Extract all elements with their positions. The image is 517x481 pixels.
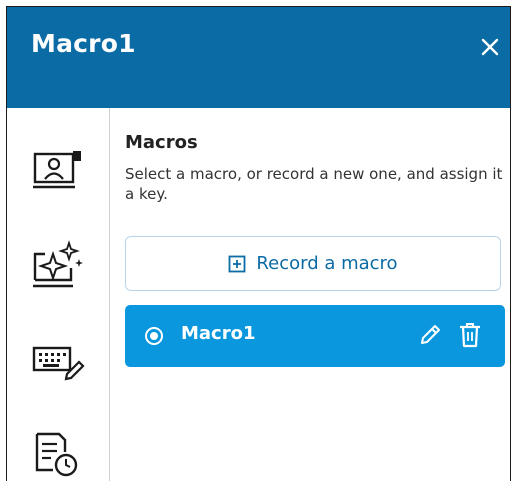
trash-icon: [460, 323, 480, 348]
sparkle-effects-icon: [33, 240, 83, 288]
macro-list-item[interactable]: Macro1: [125, 305, 505, 367]
sidebar-item-keyboard[interactable]: [31, 336, 85, 384]
camera-profile-icon: [33, 151, 81, 189]
sidebar-item-history[interactable]: [31, 430, 85, 478]
macro-name: Macro1: [181, 323, 256, 344]
plus-square-icon: [229, 255, 246, 272]
section-title: Macros: [125, 132, 198, 153]
section-description: Select a macro, or record a new one, and…: [125, 165, 503, 203]
record-macro-button[interactable]: Record a macro: [125, 236, 501, 291]
macros-section: Macros Select a macro, or record a new o…: [123, 108, 508, 478]
radio-selected-icon: [145, 327, 163, 345]
sidebar-item-camera[interactable]: [31, 144, 85, 192]
delete-macro-button[interactable]: [458, 321, 482, 349]
panel-header: Macro1: [7, 7, 510, 108]
sidebar-item-effects[interactable]: [31, 240, 85, 288]
close-icon: [481, 38, 499, 56]
macro-panel: Macro1 Macros Select a macro, or record …: [6, 6, 511, 481]
close-button[interactable]: [477, 34, 503, 60]
document-clock-icon: [35, 432, 78, 477]
record-macro-label: Record a macro: [256, 253, 398, 274]
sidebar: [7, 108, 110, 481]
panel-title: Macro1: [31, 29, 136, 58]
keyboard-edit-icon: [32, 346, 85, 381]
edit-icon: [421, 325, 440, 344]
edit-macro-button[interactable]: [417, 322, 443, 348]
